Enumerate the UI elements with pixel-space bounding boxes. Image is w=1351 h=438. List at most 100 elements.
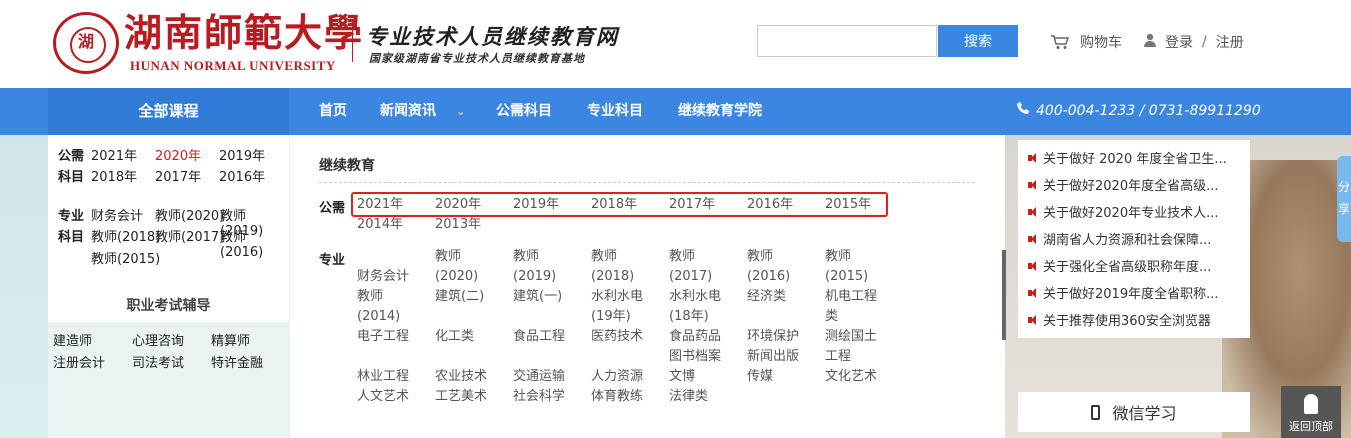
exam-link[interactable]: 建造师 xyxy=(53,330,92,349)
exam-link[interactable]: 特许金融 xyxy=(211,352,263,371)
dropdown-public-label: 公需 xyxy=(319,201,346,216)
exam-link[interactable]: 司法考试 xyxy=(132,352,184,371)
speaker-icon xyxy=(1028,314,1038,325)
dropdown-major-item[interactable]: 经济类 xyxy=(747,287,786,307)
dropdown-major-item[interactable]: 教师 (2020) xyxy=(435,247,478,287)
public-courses-label: 公需 xyxy=(58,149,85,164)
exam-link[interactable]: 精算师 xyxy=(211,330,250,349)
speaker-icon xyxy=(1028,206,1038,217)
site-name: 专业技术人员继续教育网 xyxy=(366,25,619,49)
university-seal-logo[interactable]: 湖 xyxy=(53,12,119,74)
login-separator: / xyxy=(1202,34,1207,50)
exam-link[interactable]: 心理咨询 xyxy=(132,330,184,349)
notice-item[interactable]: 关于推荐使用360安全浏览器 xyxy=(1028,310,1211,329)
back-to-top-button[interactable]: 返回顶部 xyxy=(1281,386,1341,438)
notice-item[interactable]: 关于强化全省高级职称年度... xyxy=(1028,256,1211,275)
dropdown-major-item[interactable]: 环境保护 新闻出版 xyxy=(747,327,799,367)
dropdown-major-item[interactable]: 教师 (2014) xyxy=(357,287,400,327)
notice-item[interactable]: 关于做好2020年专业技术人... xyxy=(1028,202,1218,221)
weixin-study-button[interactable]: 微信学习 xyxy=(1018,392,1250,432)
nav-home[interactable]: 首页 xyxy=(319,88,347,135)
dropdown-major-item[interactable]: 教师 (2019) xyxy=(513,247,556,287)
dropdown-major-item[interactable]: 建筑(二) xyxy=(435,287,484,307)
site-header: 湖 湖南師範大學 HUNAN NORMAL UNIVERSITY 专业技术人员继… xyxy=(0,0,1351,88)
major-courses-label: 专业 xyxy=(58,209,85,224)
left-edge-decoration xyxy=(0,135,48,438)
dropdown-major-item[interactable]: 文博 法律类 xyxy=(669,367,708,407)
notice-item[interactable]: 关于做好2019年度全省职称... xyxy=(1028,283,1218,302)
nav-public-courses[interactable]: 公需科目 xyxy=(496,88,552,135)
search-input[interactable] xyxy=(757,25,937,57)
nav-continuing-education[interactable]: 继续教育学院 xyxy=(678,88,762,135)
speaker-icon xyxy=(1028,179,1038,190)
login-link[interactable]: 登录 xyxy=(1165,32,1193,52)
dropdown-major-item[interactable]: 建筑(一) xyxy=(513,287,562,307)
speaker-icon xyxy=(1028,152,1038,163)
dropdown-major-item[interactable]: 财务会计 xyxy=(357,267,409,287)
dropdown-major-item[interactable]: 食品药品 图书档案 xyxy=(669,327,721,367)
seal-mark: 湖 xyxy=(77,32,94,51)
major-courses-label-2: 科目 xyxy=(58,230,85,245)
public-courses-label-2: 科目 xyxy=(58,170,85,185)
cart-link[interactable]: 购物车 xyxy=(1050,32,1122,52)
exam-coaching-title: 职业考试辅导 xyxy=(126,298,211,314)
nav-news[interactable]: 新闻资讯 xyxy=(380,88,436,135)
search-button[interactable]: 搜索 xyxy=(938,25,1018,57)
dropdown-major-item[interactable]: 传媒 xyxy=(747,367,773,387)
cart-label: 购物车 xyxy=(1080,35,1122,51)
dropdown-major-item[interactable]: 交通运输 社会科学 xyxy=(513,367,565,407)
dropdown-major-item[interactable]: 化工类 xyxy=(435,327,474,347)
dropdown-major-item[interactable]: 水利水电 (19年) xyxy=(591,287,643,327)
scrollbar[interactable] xyxy=(1002,250,1006,340)
major-item[interactable]: 教师(2017) xyxy=(155,226,224,245)
major-item[interactable]: 教师(2020) xyxy=(155,205,224,224)
dropdown-major-item[interactable]: 测绘国土 工程 xyxy=(825,327,877,367)
back-top-label: 返回顶部 xyxy=(1289,420,1333,433)
public-year-2019[interactable]: 2019年 xyxy=(219,145,265,164)
notice-item[interactable]: 湖南省人力资源和社会保障... xyxy=(1028,229,1211,248)
major-item[interactable]: 教师(2016) xyxy=(220,226,289,260)
exam-link[interactable]: 注册会计 xyxy=(53,352,105,371)
notice-item[interactable]: 关于做好2020年度全省高级... xyxy=(1028,175,1218,194)
site-subtitle: 国家级湖南省专业技术人员继续教育基地 xyxy=(369,52,585,65)
notice-item[interactable]: 关于做好 2020 年度全省卫生... xyxy=(1028,148,1227,167)
all-courses-menu[interactable]: 全部课程 xyxy=(48,88,289,135)
dropdown-major-item[interactable]: 林业工程 人文艺术 xyxy=(357,367,409,407)
rocket-icon xyxy=(1304,394,1318,414)
dropdown-major-item[interactable]: 食品工程 xyxy=(513,327,565,347)
dropdown-major-item[interactable]: 文化艺术 xyxy=(825,367,877,387)
dropdown-major-item[interactable]: 农业技术 工艺美术 xyxy=(435,367,487,407)
dropdown-title: 继续教育 xyxy=(319,158,375,174)
dropdown-major-item[interactable]: 医药技术 xyxy=(591,327,643,347)
dropdown-public-year[interactable]: 2013年 xyxy=(435,215,481,235)
university-name-cn[interactable]: 湖南師範大學 xyxy=(124,10,364,56)
nav-major-courses[interactable]: 专业科目 xyxy=(587,88,643,135)
dropdown-major-item[interactable]: 教师 (2017) xyxy=(669,247,712,287)
user-icon xyxy=(1143,33,1157,51)
dropdown-divider xyxy=(319,182,975,183)
dropdown-major-item[interactable]: 教师 (2018) xyxy=(591,247,634,287)
public-year-2018[interactable]: 2018年 xyxy=(91,166,137,185)
major-item[interactable]: 教师(2015) xyxy=(91,248,160,267)
share-side-tab[interactable]: 分享 xyxy=(1337,156,1351,242)
public-year-2017[interactable]: 2017年 xyxy=(155,166,201,185)
chevron-down-icon[interactable]: ⌄ xyxy=(456,88,465,135)
public-year-2021[interactable]: 2021年 xyxy=(91,145,137,164)
phone-number: 400-004-1233 / 0731-89911290 xyxy=(1036,103,1261,119)
dropdown-major-item[interactable]: 电子工程 xyxy=(357,327,409,347)
register-link[interactable]: 注册 xyxy=(1216,32,1244,52)
notice-title: 关于推荐使用360安全浏览器 xyxy=(1043,314,1211,329)
dropdown-major-item[interactable]: 水利水电 (18年) xyxy=(669,287,721,327)
dropdown-major-label: 专业 xyxy=(319,253,346,268)
dropdown-major-item[interactable]: 机电工程 类 xyxy=(825,287,877,327)
dropdown-major-item[interactable]: 教师 (2015) xyxy=(825,247,868,287)
dropdown-public-year[interactable]: 2014年 xyxy=(357,215,403,235)
dropdown-major-item[interactable]: 人力资源 体育教练 xyxy=(591,367,643,407)
major-item[interactable]: 财务会计 xyxy=(91,205,143,224)
major-item[interactable]: 教师(2018) xyxy=(91,226,160,245)
speaker-icon xyxy=(1028,287,1038,298)
public-year-2020[interactable]: 2020年 xyxy=(155,145,201,164)
dropdown-major-item[interactable]: 教师 (2016) xyxy=(747,247,790,287)
hotline: 400-004-1233 / 0731-89911290 xyxy=(1017,88,1261,135)
public-year-2016[interactable]: 2016年 xyxy=(219,166,265,185)
